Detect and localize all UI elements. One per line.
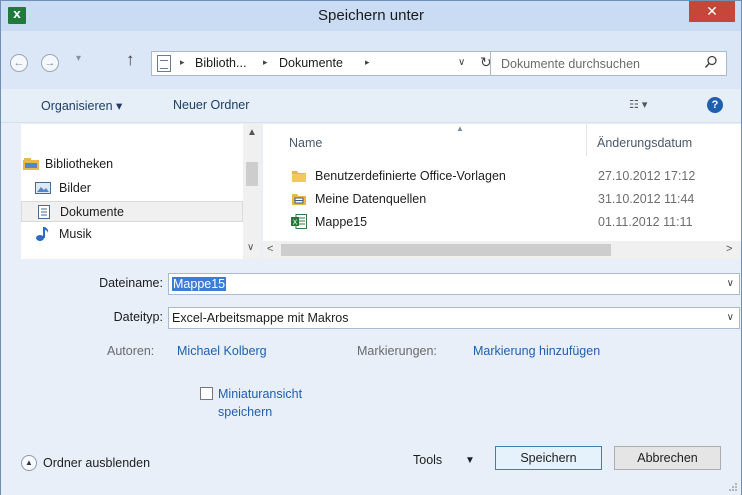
excel-file-icon: X xyxy=(291,214,307,229)
file-date: 31.10.2012 11:44 xyxy=(598,192,695,206)
navigation-row: ← → ▾ ↑ ▸ Biblioth... ▸ Dokumente ▸ ∨ ↻ … xyxy=(1,31,741,89)
filetype-select[interactable]: Excel-Arbeitsmappe mit Makros ∨ xyxy=(168,307,740,329)
address-dropdown-icon[interactable]: ∨ xyxy=(458,57,465,68)
file-date: 27.10.2012 17:12 xyxy=(598,169,696,183)
command-toolbar: Organisieren ▾ Neuer Ordner ☷ ▾ ? xyxy=(1,89,741,123)
filename-value: Mappe15 xyxy=(172,277,227,291)
nav-item-label: Bilder xyxy=(59,181,91,195)
document-library-icon xyxy=(157,55,171,72)
nav-item-label: Bibliotheken xyxy=(45,157,114,171)
view-options-icon[interactable]: ☷ ▾ xyxy=(629,98,647,111)
filetype-label: Dateityp: xyxy=(113,310,163,324)
file-row[interactable]: Meine Datenquellen 31.10.2012 11:44 xyxy=(281,188,741,210)
column-header-name[interactable]: Name xyxy=(289,136,322,150)
nav-item-pictures[interactable]: Bilder xyxy=(21,178,243,199)
chevron-down-icon[interactable]: ∨ xyxy=(727,312,734,323)
dialog-footer: ▲ Ordner ausblenden Tools ▼ Speichern Ab… xyxy=(1,441,741,495)
tags-value[interactable]: Markierung hinzufügen xyxy=(473,344,600,358)
svg-text:X: X xyxy=(293,219,298,227)
file-date: 01.11.2012 11:11 xyxy=(598,215,693,229)
hide-folders-button[interactable]: Ordner ausblenden xyxy=(43,456,150,470)
breadcrumb-separator-icon[interactable]: ▸ xyxy=(365,57,370,68)
filetype-value: Excel-Arbeitsmappe mit Makros xyxy=(172,311,349,325)
collapse-up-icon[interactable]: ▲ xyxy=(21,455,37,471)
document-icon xyxy=(38,205,50,219)
nav-item-documents[interactable]: Dokumente xyxy=(21,201,243,222)
navigation-pane-scrollbar[interactable]: ▲ ∨ xyxy=(243,124,261,259)
save-button[interactable]: Speichern xyxy=(495,446,602,470)
close-button[interactable]: ✕ xyxy=(689,1,735,22)
chevron-down-icon[interactable]: ∨ xyxy=(727,278,734,289)
save-thumbnail-label[interactable]: Miniaturansicht speichern xyxy=(218,385,302,421)
title-bar: X Speichern unter ✕ xyxy=(1,1,741,31)
column-divider[interactable] xyxy=(586,124,587,156)
music-icon xyxy=(36,227,49,241)
pictures-icon xyxy=(35,182,51,194)
breadcrumb-documents[interactable]: Dokumente xyxy=(279,56,343,70)
nav-item-libraries[interactable]: Bibliotheken xyxy=(21,154,243,175)
filename-input[interactable]: Mappe15 ∨ xyxy=(168,273,740,295)
file-row[interactable]: Benutzerdefinierte Office-Vorlagen 27.10… xyxy=(281,165,741,187)
nav-item-label: Musik xyxy=(59,227,92,241)
filename-label: Dateiname: xyxy=(99,276,163,290)
search-icon[interactable] xyxy=(704,55,718,69)
save-thumbnail-checkbox[interactable] xyxy=(200,387,213,400)
scrollbar-thumb[interactable] xyxy=(246,162,258,186)
file-name: Benutzerdefinierte Office-Vorlagen xyxy=(315,169,506,183)
search-input[interactable]: Dokumente durchsuchen xyxy=(490,51,727,76)
recent-locations-dropdown[interactable]: ▾ xyxy=(76,53,81,64)
file-name: Mappe15 xyxy=(315,215,368,229)
scroll-down-icon[interactable]: ∨ xyxy=(247,242,254,253)
nav-item-music[interactable]: Musik xyxy=(21,224,243,245)
file-row[interactable]: X Mappe15 01.11.2012 11:11 xyxy=(281,211,741,233)
file-name: Meine Datenquellen xyxy=(315,192,427,206)
scrollbar-thumb[interactable] xyxy=(281,244,611,256)
file-list-scrollbar[interactable]: < > xyxy=(263,241,741,259)
address-bar[interactable]: ▸ Biblioth... ▸ Dokumente ▸ ∨ ↻ xyxy=(151,51,506,76)
file-list: ▲ Name Änderungsdatum Benutzerdefinierte… xyxy=(263,124,741,259)
help-icon[interactable]: ? xyxy=(707,97,723,113)
cancel-button[interactable]: Abbrechen xyxy=(614,446,721,470)
nav-item-label: Dokumente xyxy=(60,205,124,219)
save-form: Dateiname: Mappe15 ∨ Dateityp: Excel-Arb… xyxy=(1,261,741,495)
libraries-icon xyxy=(23,158,39,170)
new-folder-button[interactable]: Neuer Ordner xyxy=(173,98,249,112)
folder-icon xyxy=(292,171,306,182)
tools-menu[interactable]: Tools xyxy=(413,453,442,467)
breadcrumb-libraries[interactable]: Biblioth... xyxy=(195,56,246,70)
navigation-pane: Bibliotheken Bilder Dokumente Musik xyxy=(21,124,261,259)
sort-ascending-icon: ▲ xyxy=(456,124,464,133)
authors-label: Autoren: xyxy=(107,344,155,358)
organize-menu[interactable]: Organisieren ▾ xyxy=(41,98,122,113)
scroll-right-icon[interactable]: > xyxy=(726,243,732,255)
resize-grip-icon[interactable] xyxy=(728,482,738,492)
datasource-folder-icon xyxy=(292,194,306,205)
dialog-title: Speichern unter xyxy=(318,7,424,24)
breadcrumb-separator-icon[interactable]: ▸ xyxy=(180,57,185,68)
up-button[interactable]: ↑ xyxy=(126,50,135,70)
breadcrumb-separator-icon[interactable]: ▸ xyxy=(263,57,268,68)
search-placeholder: Dokumente durchsuchen xyxy=(501,57,640,71)
tags-label: Markierungen: xyxy=(357,344,437,358)
forward-button[interactable]: → xyxy=(41,54,59,72)
scroll-up-icon[interactable]: ▲ xyxy=(247,127,257,138)
chevron-down-icon[interactable]: ▼ xyxy=(465,455,475,466)
back-button[interactable]: ← xyxy=(10,54,28,72)
scroll-left-icon[interactable]: < xyxy=(267,243,273,255)
authors-value[interactable]: Michael Kolberg xyxy=(177,344,267,358)
save-as-dialog: X Speichern unter ✕ ← → ▾ ↑ ▸ Biblioth..… xyxy=(0,0,742,495)
column-header-date[interactable]: Änderungsdatum xyxy=(597,136,692,150)
